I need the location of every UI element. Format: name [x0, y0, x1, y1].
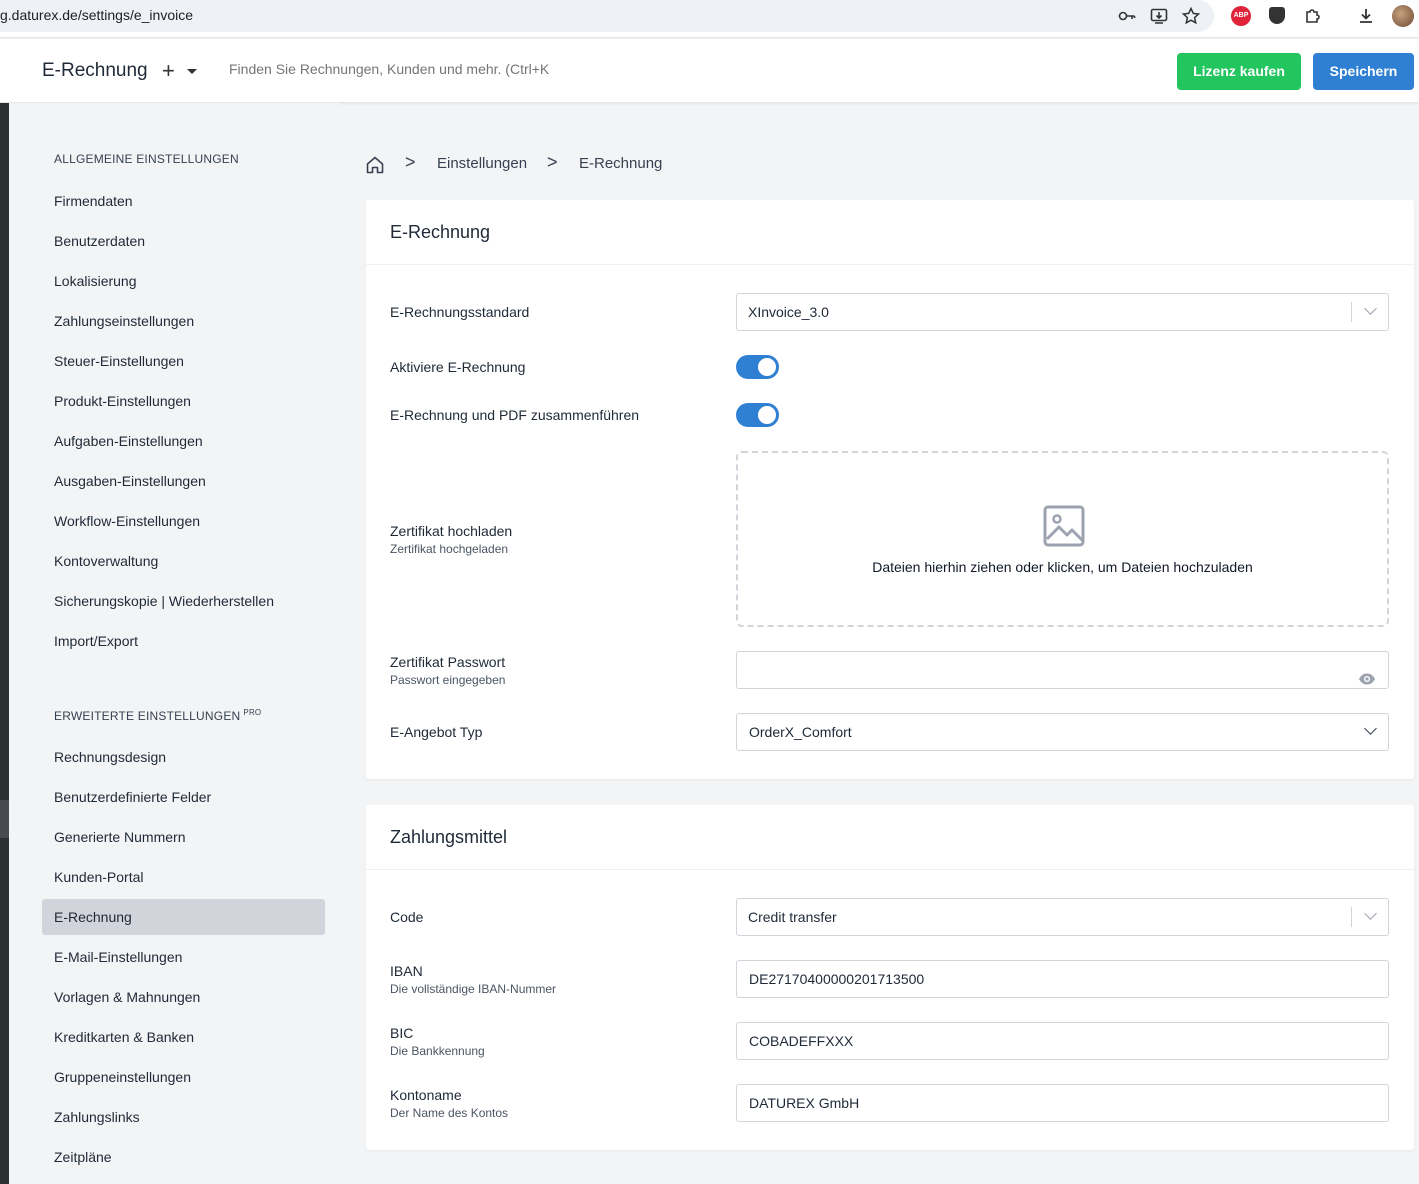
image-icon: [1043, 505, 1085, 547]
iban-label: IBAN: [390, 963, 423, 979]
breadcrumb-e-invoice: E-Rechnung: [579, 155, 663, 172]
profile-icon[interactable]: [1392, 5, 1414, 27]
sidebar-item-groups[interactable]: Gruppeneinstellungen: [42, 1059, 325, 1095]
app-nav-strip: [0, 103, 9, 1184]
sidebar-item-client-portal[interactable]: Kunden-Portal: [42, 859, 325, 895]
sidebar-item-benutzerdaten[interactable]: Benutzerdaten: [42, 223, 325, 259]
chevron-down-icon: [1364, 907, 1377, 920]
sidebar-item-rechnungsdesign[interactable]: Rechnungsdesign: [42, 739, 325, 775]
standard-value: XInvoice_3.0: [748, 304, 829, 320]
select-divider: [1351, 302, 1352, 322]
sidebar-item-produkt[interactable]: Produkt-Einstellungen: [42, 383, 325, 419]
account-name-label: Kontoname: [390, 1087, 462, 1103]
sidebar-item-email[interactable]: E-Mail-Einstellungen: [42, 939, 325, 975]
payment-means-card: Zahlungsmittel Code Credit transfer IBAN…: [366, 805, 1414, 1150]
toggle-knob: [758, 358, 776, 376]
breadcrumb-settings[interactable]: Einstellungen: [437, 155, 527, 172]
general-settings-heading: ALLGEMEINE EINSTELLUNGEN: [54, 152, 239, 166]
buy-license-button[interactable]: Lizenz kaufen: [1177, 53, 1301, 90]
standard-select[interactable]: XInvoice_3.0: [736, 293, 1389, 331]
advanced-settings-heading: ERWEITERTE EINSTELLUNGEN PRO: [54, 708, 261, 723]
bic-label: BIC: [390, 1025, 414, 1041]
save-button[interactable]: Speichern: [1313, 53, 1414, 90]
url-text[interactable]: g.daturex.de/settings/e_invoice: [0, 7, 193, 23]
activate-toggle[interactable]: [736, 355, 779, 379]
key-icon[interactable]: [1117, 6, 1137, 26]
iban-field[interactable]: DE27170400000201713500: [736, 960, 1389, 998]
create-new-button[interactable]: +: [162, 56, 202, 86]
search-input[interactable]: [229, 61, 549, 77]
e-invoice-card: E-Rechnung E-Rechnungsstandard XInvoice_…: [366, 200, 1414, 779]
certificate-dropzone[interactable]: Dateien hierhin ziehen oder klicken, um …: [736, 451, 1389, 627]
breadcrumb-separator: >: [547, 152, 558, 172]
certificate-sub: Zertifikat hochgeladen: [390, 542, 509, 556]
caret-down-icon: [187, 69, 197, 74]
address-bar[interactable]: g.daturex.de/settings/e_invoice: [0, 0, 1214, 32]
sidebar-item-payment-links[interactable]: Zahlungslinks: [42, 1099, 325, 1135]
bic-sub: Die Bankkennung: [390, 1044, 485, 1058]
code-select[interactable]: Credit transfer: [736, 898, 1389, 936]
account-name-sub: Der Name des Kontos: [390, 1106, 509, 1120]
install-icon[interactable]: [1149, 6, 1169, 26]
card-title: Zahlungsmittel: [390, 827, 508, 847]
standard-label: E-Rechnungsstandard: [390, 304, 530, 320]
card-divider: [366, 869, 1414, 870]
password-field[interactable]: [736, 651, 1389, 689]
card-divider: [366, 264, 1414, 265]
sidebar-item-backup[interactable]: Sicherungskopie | Wiederherstellen: [42, 583, 325, 619]
card-title: E-Rechnung: [390, 222, 491, 242]
sidebar-item-ausgaben[interactable]: Ausgaben-Einstellungen: [42, 463, 325, 499]
merge-toggle[interactable]: [736, 403, 779, 427]
sidebar-item-firmendaten[interactable]: Firmendaten: [42, 183, 325, 219]
sidebar-item-templates[interactable]: Vorlagen & Mahnungen: [42, 979, 325, 1015]
bic-field[interactable]: COBADEFFXXX: [736, 1022, 1389, 1060]
activate-label: Aktiviere E-Rechnung: [390, 359, 526, 375]
extensions-icon[interactable]: [1303, 6, 1323, 26]
eye-icon[interactable]: [1358, 663, 1376, 685]
settings-sidebar: ALLGEMEINE EINSTELLUNGEN Firmendaten Ben…: [9, 103, 340, 1184]
sidebar-item-e-invoice[interactable]: E-Rechnung: [42, 899, 325, 935]
sidebar-item-kontoverwaltung[interactable]: Kontoverwaltung: [42, 543, 325, 579]
page-title: E-Rechnung: [42, 60, 148, 81]
browser-toolbar: g.daturex.de/settings/e_invoice ABP: [0, 0, 1419, 38]
offer-type-label: E-Angebot Typ: [390, 724, 483, 740]
offer-type-select[interactable]: OrderX_Comfort: [736, 713, 1389, 751]
plus-icon: +: [162, 58, 175, 83]
sidebar-item-generated-numbers[interactable]: Generierte Nummern: [42, 819, 325, 855]
account-name-field[interactable]: DATUREX GmbH: [736, 1084, 1389, 1122]
sidebar-item-import-export[interactable]: Import/Export: [42, 623, 325, 659]
sidebar-item-zahlungseinstellungen[interactable]: Zahlungseinstellungen: [42, 303, 325, 339]
sidebar-item-lokalisierung[interactable]: Lokalisierung: [42, 263, 325, 299]
pro-badge: PRO: [243, 708, 262, 717]
password-sub: Passwort eingegeben: [390, 673, 506, 687]
download-icon[interactable]: [1356, 6, 1376, 26]
sidebar-item-custom-fields[interactable]: Benutzerdefinierte Felder: [42, 779, 325, 815]
sidebar-item-credit-cards[interactable]: Kreditkarten & Banken: [42, 1019, 325, 1055]
code-label: Code: [390, 909, 424, 925]
code-value: Credit transfer: [748, 909, 837, 925]
dropzone-text: Dateien hierhin ziehen oder klicken, um …: [872, 559, 1253, 575]
adblock-icon[interactable]: ABP: [1231, 6, 1251, 26]
merge-label: E-Rechnung und PDF zusammenführen: [390, 407, 640, 423]
home-icon[interactable]: [365, 155, 385, 175]
chevron-down-icon: [1364, 722, 1377, 735]
app-header: E-Rechnung + Lizenz kaufen Speichern: [0, 39, 1419, 103]
sidebar-item-steuer[interactable]: Steuer-Einstellungen: [42, 343, 325, 379]
breadcrumb-separator: >: [405, 152, 416, 172]
password-label: Zertifikat Passwort: [390, 654, 506, 670]
offer-type-value: OrderX_Comfort: [749, 724, 852, 740]
advanced-heading-label: ERWEITERTE EINSTELLUNGEN: [54, 709, 241, 723]
nav-strip-marker: [0, 800, 9, 838]
iban-sub: Die vollständige IBAN-Nummer: [390, 982, 557, 996]
select-divider: [1351, 907, 1352, 927]
shield-icon[interactable]: [1269, 7, 1285, 24]
sidebar-item-workflow[interactable]: Workflow-Einstellungen: [42, 503, 325, 539]
chevron-down-icon: [1364, 302, 1377, 315]
sidebar-item-aufgaben[interactable]: Aufgaben-Einstellungen: [42, 423, 325, 459]
star-icon[interactable]: [1181, 6, 1201, 26]
toggle-knob: [758, 406, 776, 424]
sidebar-item-schedules[interactable]: Zeitpläne: [42, 1139, 325, 1175]
certificate-label: Zertifikat hochladen: [390, 523, 513, 539]
